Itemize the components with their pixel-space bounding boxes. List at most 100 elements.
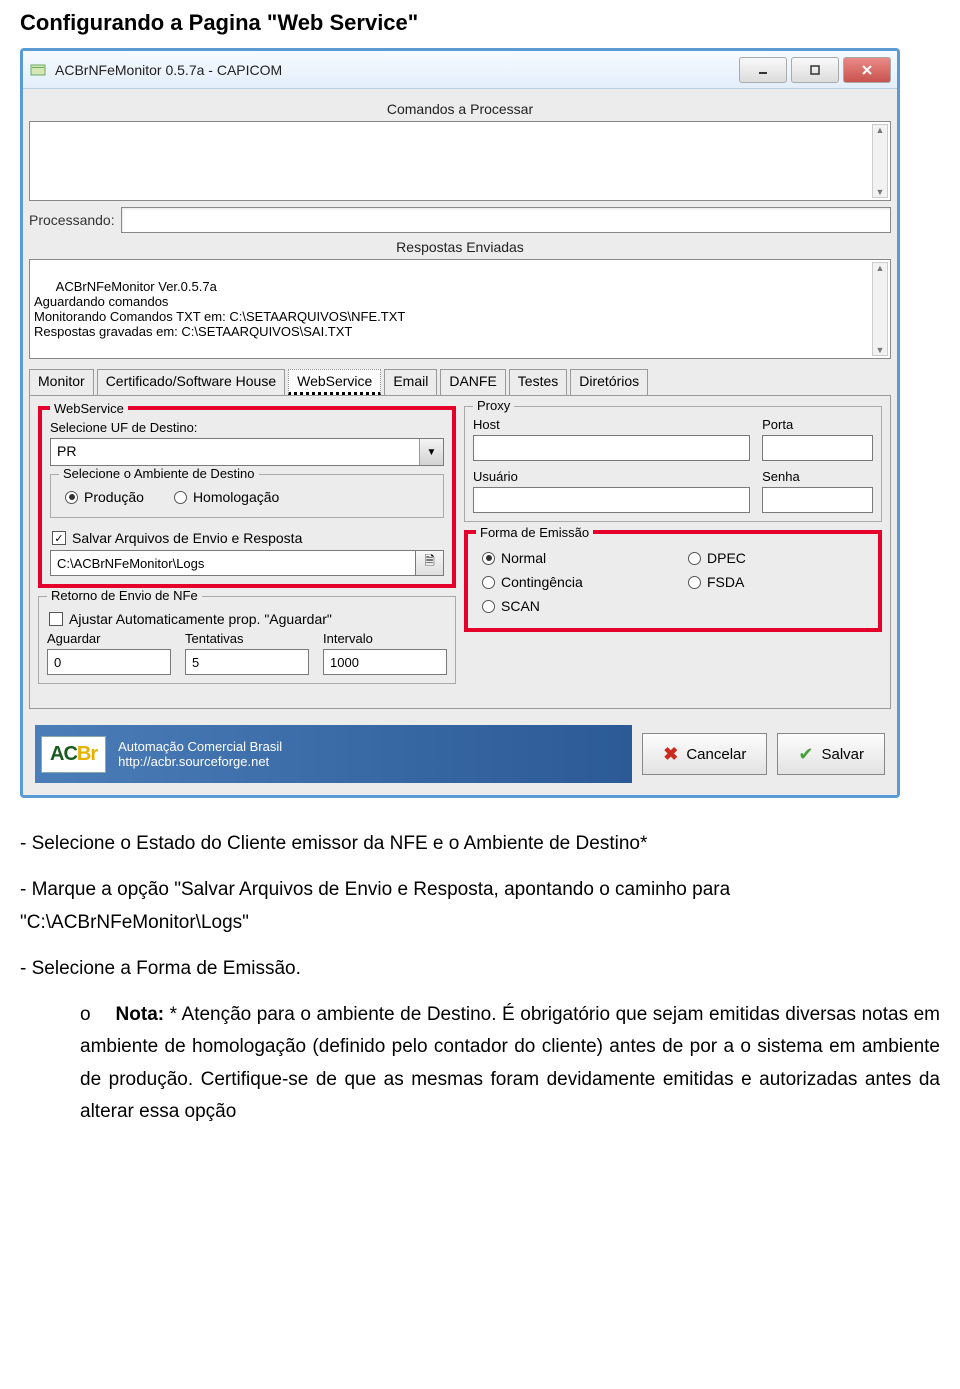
ajustar-checkbox[interactable]: Ajustar Automaticamente prop. "Aguardar": [47, 607, 447, 631]
document-text: - Selecione o Estado do Cliente emissor …: [20, 828, 940, 1128]
uf-label: Selecione UF de Destino:: [50, 420, 444, 435]
window-body: Comandos a Processar ▲▼ Processando: Res…: [23, 89, 897, 795]
note-marker: o: [80, 999, 110, 1031]
radio-icon: [65, 491, 78, 504]
uf-dropdown[interactable]: PR ▼: [50, 438, 444, 466]
host-label: Host: [473, 417, 750, 432]
radio-scan-label: SCAN: [501, 598, 540, 614]
chevron-down-icon[interactable]: ▼: [419, 439, 443, 465]
tab-email[interactable]: Email: [384, 369, 437, 395]
footer-banner: ACBr Automação Comercial Brasil http://a…: [29, 719, 891, 789]
radio-icon: [482, 576, 495, 589]
radio-icon: [174, 491, 187, 504]
page-title: Configurando a Pagina "Web Service": [20, 10, 940, 36]
respostas-textarea[interactable]: ACBrNFeMonitor Ver.0.5.7a Aguardando com…: [29, 259, 891, 359]
save-button[interactable]: ✔ Salvar: [777, 733, 885, 775]
tab-testes[interactable]: Testes: [509, 369, 567, 395]
emissao-fieldset: Forma de Emissão Normal DPEC: [464, 530, 882, 632]
maximize-button[interactable]: [791, 57, 839, 83]
usuario-label: Usuário: [473, 469, 750, 484]
processando-label: Processando:: [29, 212, 115, 228]
doc-note: o Nota: * Atenção para o ambiente de Des…: [80, 999, 940, 1128]
tabs: Monitor Certificado/Software House WebSe…: [29, 369, 891, 395]
proxy-legend: Proxy: [473, 398, 514, 413]
logo-tagline: Automação Comercial Brasil: [118, 739, 282, 754]
save-label: Salvar: [821, 746, 864, 763]
scrollbar-icon[interactable]: ▲▼: [872, 262, 888, 356]
acbr-logo: ACBr: [41, 736, 106, 773]
radio-fsda[interactable]: FSDA: [688, 574, 864, 590]
ambiente-fieldset: Selecione o Ambiente de Destino Produção…: [50, 474, 444, 518]
porta-label: Porta: [762, 417, 873, 432]
webservice-fieldset: WebService Selecione UF de Destino: PR ▼…: [38, 406, 456, 588]
intervalo-input[interactable]: [323, 649, 447, 675]
logo-url: http://acbr.sourceforge.net: [118, 754, 282, 769]
radio-contingencia-label: Contingência: [501, 574, 583, 590]
radio-producao[interactable]: Produção: [65, 489, 144, 505]
retorno-legend: Retorno de Envio de NFe: [47, 588, 202, 603]
uf-value: PR: [51, 439, 419, 465]
tab-diretorios[interactable]: Diretórios: [570, 369, 648, 395]
retorno-fieldset: Retorno de Envio de NFe Ajustar Automati…: [38, 596, 456, 684]
usuario-input[interactable]: [473, 487, 750, 513]
doc-bullet-1: - Selecione o Estado do Cliente emissor …: [20, 828, 940, 860]
ajustar-checkbox-label: Ajustar Automaticamente prop. "Aguardar": [69, 611, 332, 627]
radio-icon: [688, 552, 701, 565]
senha-input[interactable]: [762, 487, 873, 513]
doc-bullet-3: - Selecione a Forma de Emissão.: [20, 953, 940, 985]
tentativas-input[interactable]: [185, 649, 309, 675]
radio-fsda-label: FSDA: [707, 574, 744, 590]
intervalo-label: Intervalo: [323, 631, 447, 646]
minimize-button[interactable]: [739, 57, 787, 83]
window-controls: [739, 57, 891, 83]
ambiente-legend: Selecione o Ambiente de Destino: [59, 466, 259, 481]
senha-label: Senha: [762, 469, 873, 484]
radio-scan[interactable]: SCAN: [482, 598, 658, 614]
app-window: ACBrNFeMonitor 0.5.7a - CAPICOM Comandos…: [20, 48, 900, 798]
radio-producao-label: Produção: [84, 489, 144, 505]
cancel-label: Cancelar: [686, 746, 746, 763]
webservice-legend: WebService: [50, 401, 128, 416]
radio-normal[interactable]: Normal: [482, 550, 658, 566]
checkbox-icon: ✓: [52, 531, 66, 545]
proxy-fieldset: Proxy Host Porta Usuário: [464, 406, 882, 522]
porta-input[interactable]: [762, 435, 873, 461]
tab-panel-webservice: WebService Selecione UF de Destino: PR ▼…: [29, 395, 891, 709]
radio-homologacao-label: Homologação: [193, 489, 279, 505]
tab-webservice[interactable]: WebService: [288, 369, 381, 395]
window-title: ACBrNFeMonitor 0.5.7a - CAPICOM: [55, 62, 739, 78]
file-icon: 🗎: [424, 552, 434, 574]
radio-icon: [482, 600, 495, 613]
close-button[interactable]: [843, 57, 891, 83]
radio-icon: [482, 552, 495, 565]
comandos-textarea[interactable]: ▲▼: [29, 121, 891, 201]
cancel-icon: ✖: [663, 744, 678, 765]
note-text: * Atenção para o ambiente de Destino. É …: [80, 1004, 940, 1122]
processando-input[interactable]: [121, 207, 891, 233]
titlebar: ACBrNFeMonitor 0.5.7a - CAPICOM: [23, 51, 897, 89]
emissao-legend: Forma de Emissão: [476, 525, 593, 540]
aguardar-input[interactable]: [47, 649, 171, 675]
radio-normal-label: Normal: [501, 550, 546, 566]
browse-button[interactable]: 🗎: [416, 550, 444, 576]
note-label: Nota:: [116, 1004, 165, 1025]
app-icon: [29, 61, 47, 79]
host-input[interactable]: [473, 435, 750, 461]
check-icon: ✔: [798, 744, 813, 765]
radio-dpec[interactable]: DPEC: [688, 550, 864, 566]
cancel-button[interactable]: ✖ Cancelar: [642, 733, 767, 775]
tab-monitor[interactable]: Monitor: [29, 369, 94, 395]
doc-bullet-2: - Marque a opção "Salvar Arquivos de Env…: [20, 874, 940, 939]
logo-banner: ACBr Automação Comercial Brasil http://a…: [35, 725, 632, 783]
aguardar-label: Aguardar: [47, 631, 171, 646]
radio-icon: [688, 576, 701, 589]
tab-certificado[interactable]: Certificado/Software House: [97, 369, 285, 395]
tab-danfe[interactable]: DANFE: [440, 369, 505, 395]
scrollbar-icon[interactable]: ▲▼: [872, 124, 888, 198]
logs-path-input[interactable]: [50, 550, 416, 576]
salvar-checkbox[interactable]: ✓ Salvar Arquivos de Envio e Resposta: [50, 526, 444, 550]
radio-contingencia[interactable]: Contingência: [482, 574, 658, 590]
tentativas-label: Tentativas: [185, 631, 309, 646]
logo-br: Br: [77, 743, 97, 765]
radio-homologacao[interactable]: Homologação: [174, 489, 279, 505]
